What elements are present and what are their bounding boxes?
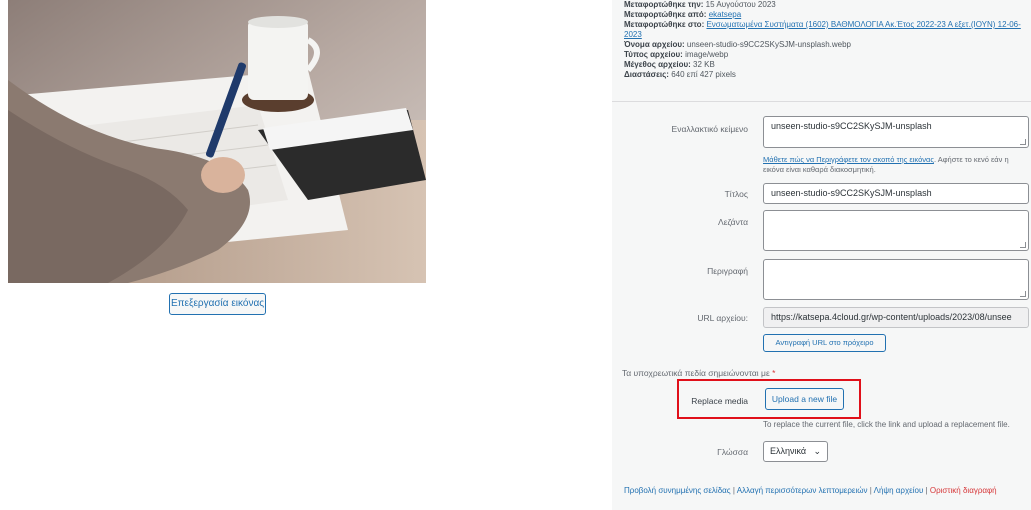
replace-media-label: Replace media [691,396,748,406]
language-select[interactable]: Ελληνικά ⌄ [763,441,828,462]
title-label: Τίτλος [724,189,748,199]
attachment-image [8,0,426,283]
uploaded-by-row: Μεταφορτώθηκε από: ekatsepa [624,10,742,19]
filesize-row: Μέγεθος αρχείου: 32 KB [624,60,715,69]
replace-media-help: To replace the current file, click the l… [763,420,1010,429]
filetype-row: Τύπος αρχείου: image/webp [624,50,729,59]
view-attachment-page-link[interactable]: Προβολή συνημμένης σελίδας [624,486,731,495]
edit-image-button[interactable]: Επεξεργασία εικόνας [169,293,266,315]
required-fields-note: Τα υποχρεωτικά πεδία σημειώνονται με * [622,368,776,378]
alt-text-value: unseen-studio-s9CC2SKySJM-unsplash [771,121,932,131]
resize-grip-icon[interactable] [1020,139,1026,145]
resize-grip-icon[interactable] [1020,242,1026,248]
uploaded-to-row: Μεταφορτώθηκε στο: Ενσωματωμένα Συστήματ… [624,20,1021,39]
chevron-down-icon: ⌄ [813,446,821,456]
file-url-value: https://katsepa.4cloud.gr/wp-content/upl… [771,312,1012,322]
language-selected: Ελληνικά [770,446,807,456]
dimensions-row: Διαστάσεις: 640 επί 427 pixels [624,70,736,79]
caption-label: Λεζάντα [718,217,748,227]
file-metadata: Μεταφορτώθηκε την: 15 Αυγούστου 2023 Μετ… [624,0,1024,80]
metadata-divider [612,101,1031,102]
copy-url-button[interactable]: Αντιγραφή URL στο πρόχειρο [763,334,886,352]
language-label: Γλώσσα [717,447,748,457]
alt-text-help-link[interactable]: Μάθετε πώς να Περιγράφετε τον σκοπό της … [763,155,934,164]
description-label: Περιγραφή [707,266,748,276]
edit-more-details-link[interactable]: Αλλαγή περισσότερων λεπτομερειών [737,486,868,495]
filename-row: Όνομα αρχείου: unseen-studio-s9CC2SKySJM… [624,40,851,49]
title-value: unseen-studio-s9CC2SKySJM-unsplash [771,188,932,198]
attachment-actions: Προβολή συνημμένης σελίδας | Αλλαγή περι… [624,486,997,495]
resize-grip-icon[interactable] [1020,291,1026,297]
delete-permanently-link[interactable]: Οριστική διαγραφή [930,486,997,495]
alt-text-label: Εναλλακτικό κείμενο [671,124,748,134]
alt-text-field[interactable]: unseen-studio-s9CC2SKySJM-unsplash [763,116,1029,148]
upload-new-file-button[interactable]: Upload a new file [765,388,844,410]
title-field[interactable]: unseen-studio-s9CC2SKySJM-unsplash [763,183,1029,204]
alt-text-help: Μάθετε πώς να Περιγράφετε τον σκοπό της … [763,155,1009,174]
description-field[interactable] [763,259,1029,300]
uploaded-by-link[interactable]: ekatsepa [709,10,741,19]
download-file-link[interactable]: Λήψη αρχείου [874,486,924,495]
caption-field[interactable] [763,210,1029,251]
uploaded-on-row: Μεταφορτώθηκε την: 15 Αυγούστου 2023 [624,0,776,9]
file-url-label: URL αρχείου: [697,313,748,323]
file-url-field[interactable]: https://katsepa.4cloud.gr/wp-content/upl… [763,307,1029,328]
